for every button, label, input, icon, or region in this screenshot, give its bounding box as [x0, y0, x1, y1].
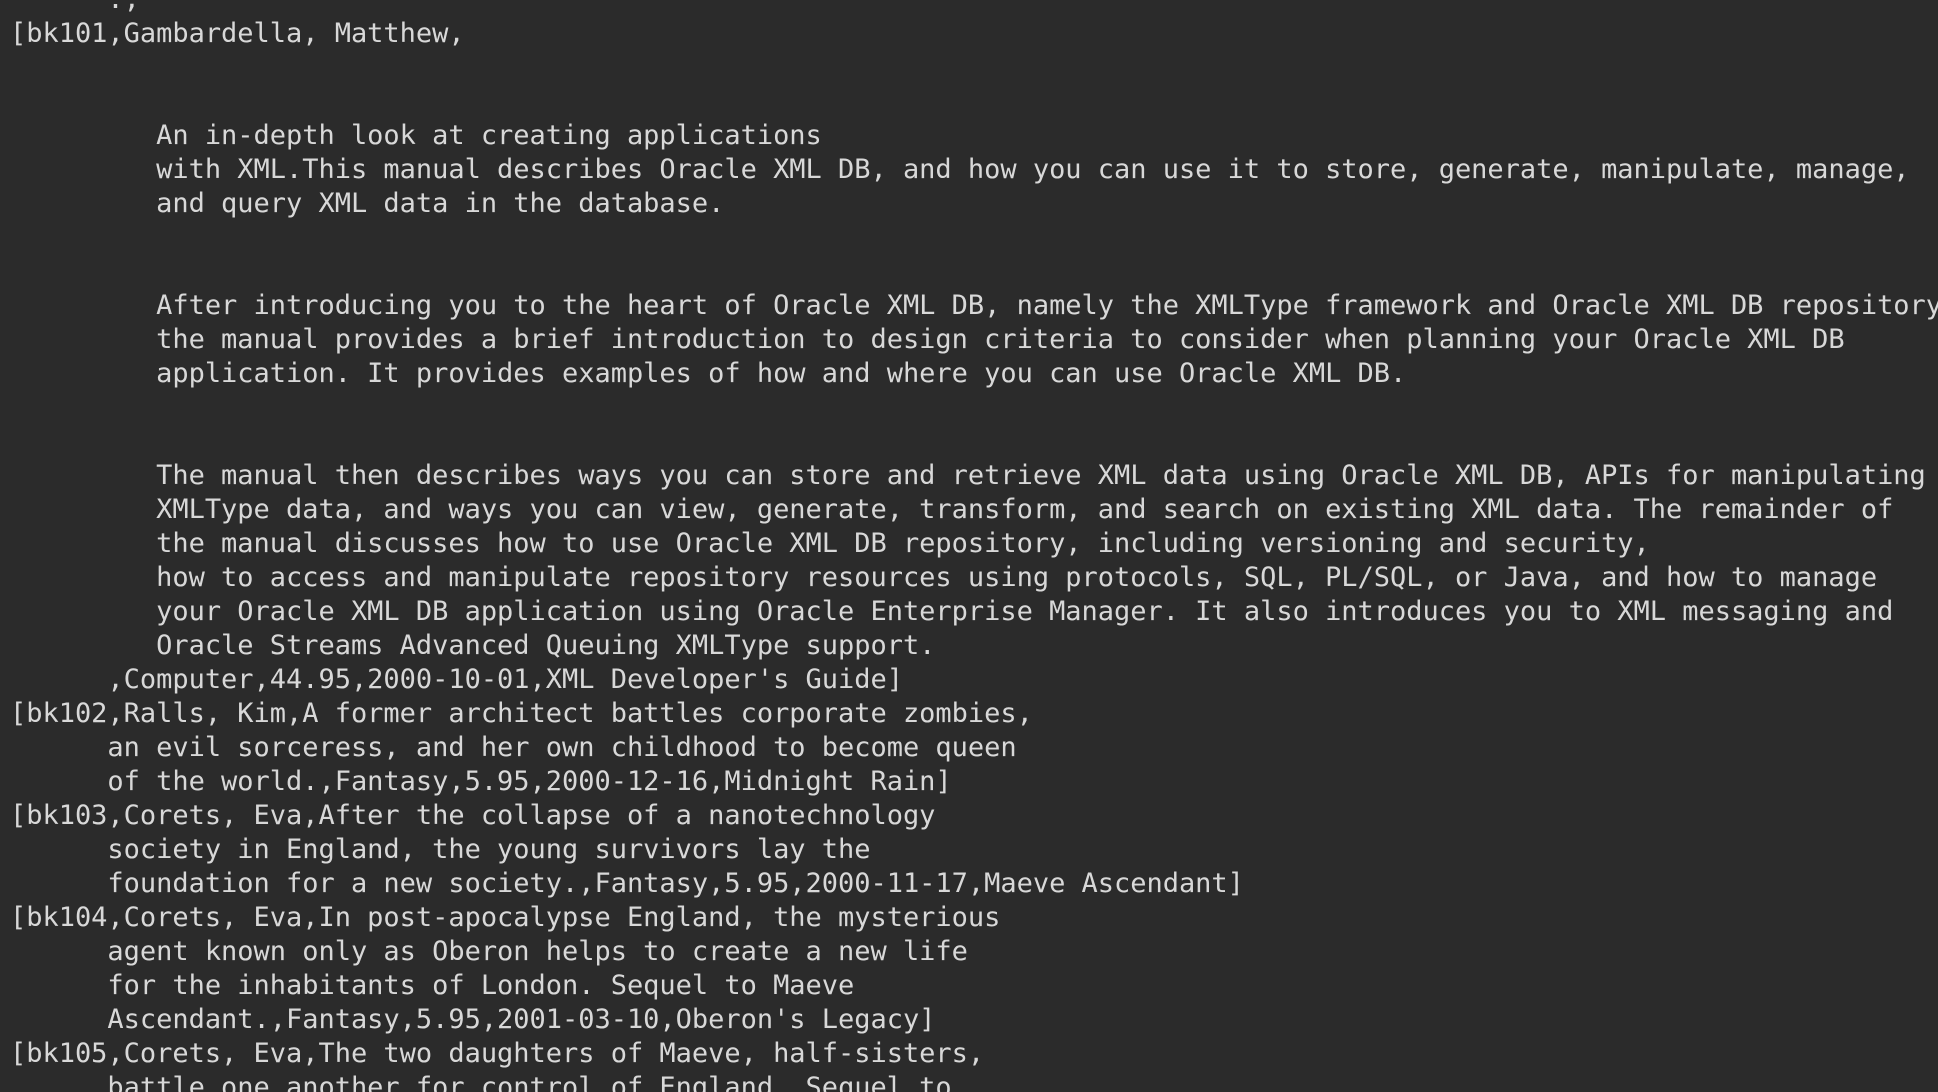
terminal-line: how to access and manipulate repository … [10, 562, 1878, 593]
terminal-line: your Oracle XML DB application using Ora… [10, 596, 1894, 627]
terminal-line: The manual then describes ways you can s… [10, 460, 1926, 491]
terminal-output: ., [bk101,Gambardella, Matthew, An in-de… [10, 0, 1938, 1092]
terminal-line: Ascendant.,Fantasy,5.95,2001-03-10,Obero… [10, 1004, 936, 1035]
terminal-line: and query XML data in the database. [10, 188, 725, 219]
terminal-line: An in-depth look at creating application… [10, 120, 822, 151]
terminal-line: society in England, the young survivors … [10, 834, 871, 865]
terminal-line: [bk104,Corets, Eva,In post-apocalypse En… [10, 902, 1001, 933]
terminal-line: the manual discusses how to use Oracle X… [10, 528, 1650, 559]
terminal-line: application. It provides examples of how… [10, 358, 1407, 389]
terminal-line: battle one another for control of Englan… [10, 1072, 952, 1092]
terminal-line: ., [10, 0, 1938, 17]
terminal-line: Oracle Streams Advanced Queuing XMLType … [10, 630, 936, 661]
terminal-line: [bk101,Gambardella, Matthew, [10, 18, 465, 49]
terminal-line: [bk105,Corets, Eva,The two daughters of … [10, 1038, 985, 1069]
terminal-line: foundation for a new society.,Fantasy,5.… [10, 868, 1244, 899]
terminal-line: with XML.This manual describes Oracle XM… [10, 154, 1910, 185]
terminal-line: After introducing you to the heart of Or… [10, 290, 1938, 321]
terminal-line: [bk103,Corets, Eva,After the collapse of… [10, 800, 936, 831]
terminal-line: [bk102,Ralls, Kim,A former architect bat… [10, 698, 1033, 729]
terminal-window[interactable]: ., [bk101,Gambardella, Matthew, An in-de… [0, 0, 1938, 1092]
terminal-line: agent known only as Oberon helps to crea… [10, 936, 968, 967]
terminal-line: the manual provides a brief introduction… [10, 324, 1845, 355]
terminal-line: of the world.,Fantasy,5.95,2000-12-16,Mi… [10, 766, 952, 797]
terminal-line: an evil sorceress, and her own childhood… [10, 732, 1017, 763]
terminal-line: XMLType data, and ways you can view, gen… [10, 494, 1894, 525]
terminal-line: for the inhabitants of London. Sequel to… [10, 970, 855, 1001]
terminal-line: ,Computer,44.95,2000-10-01,XML Developer… [10, 664, 903, 695]
